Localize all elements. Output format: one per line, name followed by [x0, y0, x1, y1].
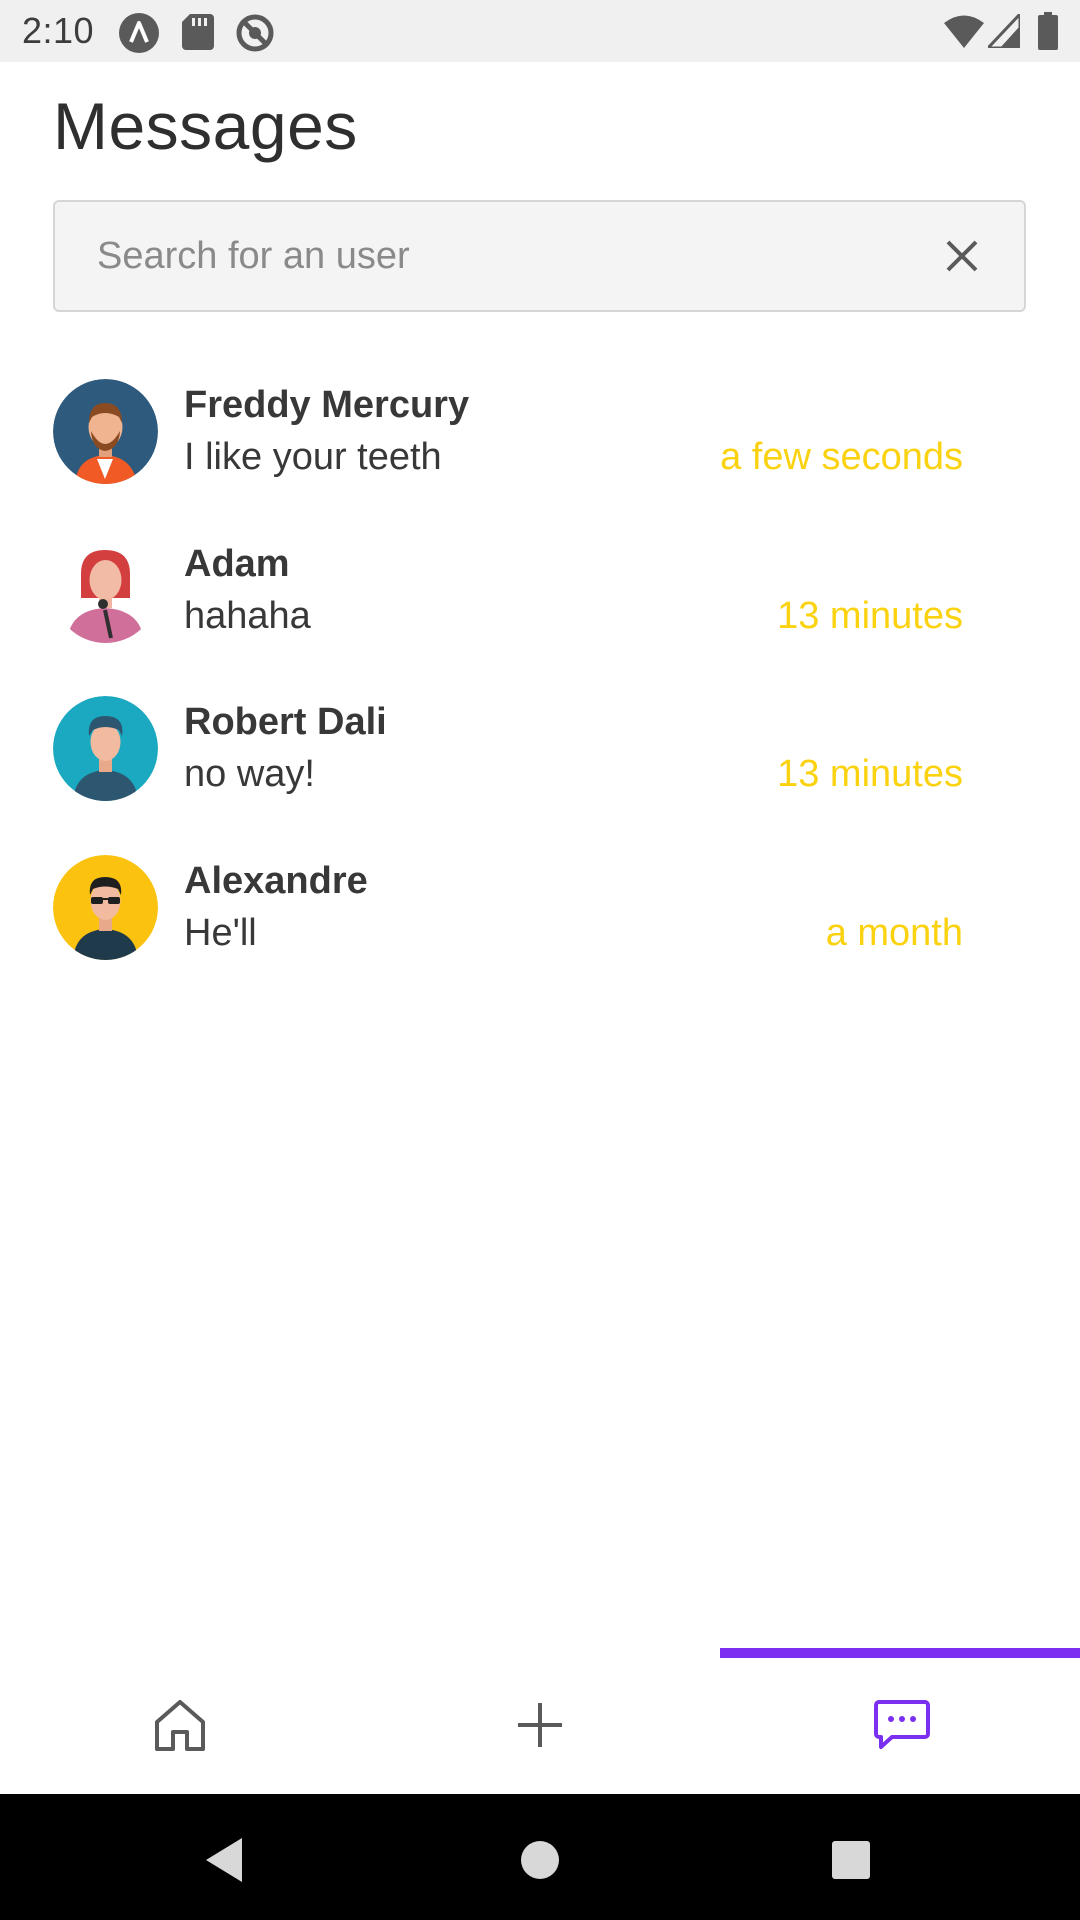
sunglasses-man-avatar — [53, 854, 158, 960]
conversation-time: a few seconds — [720, 436, 963, 478]
back-button[interactable] — [186, 1820, 266, 1900]
back-icon — [206, 1838, 242, 1882]
conversation-preview: He'll — [184, 911, 257, 954]
wifi-icon — [944, 14, 984, 48]
conversation-preview: no way! — [184, 753, 315, 795]
search-box — [53, 200, 1026, 312]
sync-disabled-icon — [234, 12, 276, 54]
page-title: Messages — [53, 89, 358, 163]
conversation-preview: I like your teeth — [184, 436, 442, 478]
conversation-name: Adam — [184, 542, 290, 585]
conversation-time: 13 minutes — [777, 753, 963, 795]
conversation-item[interactable]: Freddy Mercury I like your teeth a few s… — [0, 370, 1080, 529]
search-input[interactable] — [97, 202, 917, 310]
sd-card-icon — [182, 14, 214, 50]
conversation-time: a month — [825, 911, 963, 954]
conversation-name: Robert Dali — [184, 701, 387, 743]
conversation-item[interactable]: Robert Dali no way! 13 minutes — [0, 687, 1080, 846]
conversation-name: Alexandre — [184, 859, 368, 902]
conversation-item[interactable]: Alexandre He'll a month — [0, 846, 1080, 1005]
plus-icon — [518, 1703, 562, 1747]
status-bar: 2:10 — [0, 0, 1080, 62]
conversation-name: Freddy Mercury — [184, 384, 470, 426]
clear-search-button[interactable] — [938, 232, 986, 280]
home-icon — [155, 1700, 205, 1751]
conversation-list: Freddy Mercury I like your teeth a few s… — [0, 370, 1080, 1004]
active-tab-indicator — [720, 1648, 1080, 1658]
tab-home[interactable] — [0, 1658, 360, 1794]
conversation-item[interactable]: Adam hahaha 13 minutes — [0, 529, 1080, 688]
conversation-time: 13 minutes — [777, 594, 963, 637]
close-icon — [946, 240, 978, 272]
bearded-man-avatar — [53, 379, 158, 484]
home-circle-icon — [521, 1841, 559, 1879]
system-nav-bar — [0, 1794, 1080, 1920]
recents-icon — [832, 1841, 870, 1879]
tab-new[interactable] — [360, 1658, 720, 1794]
tab-messages[interactable] — [720, 1658, 1080, 1794]
status-time: 2:10 — [22, 10, 95, 51]
messages-screen: 2:10 Messages Search for an user Freddy … — [0, 0, 1080, 1920]
message-icon — [874, 1700, 930, 1749]
recents-button[interactable] — [811, 1820, 891, 1900]
young-man-avatar — [53, 696, 158, 801]
home-nav-button[interactable] — [500, 1820, 580, 1900]
bottom-tab-bar — [0, 1658, 1080, 1794]
assistant-icon — [118, 12, 160, 54]
conversation-preview: hahaha — [184, 594, 311, 637]
singer-woman-avatar — [53, 537, 158, 643]
battery-icon — [1038, 12, 1058, 50]
signal-icon — [988, 14, 1020, 48]
